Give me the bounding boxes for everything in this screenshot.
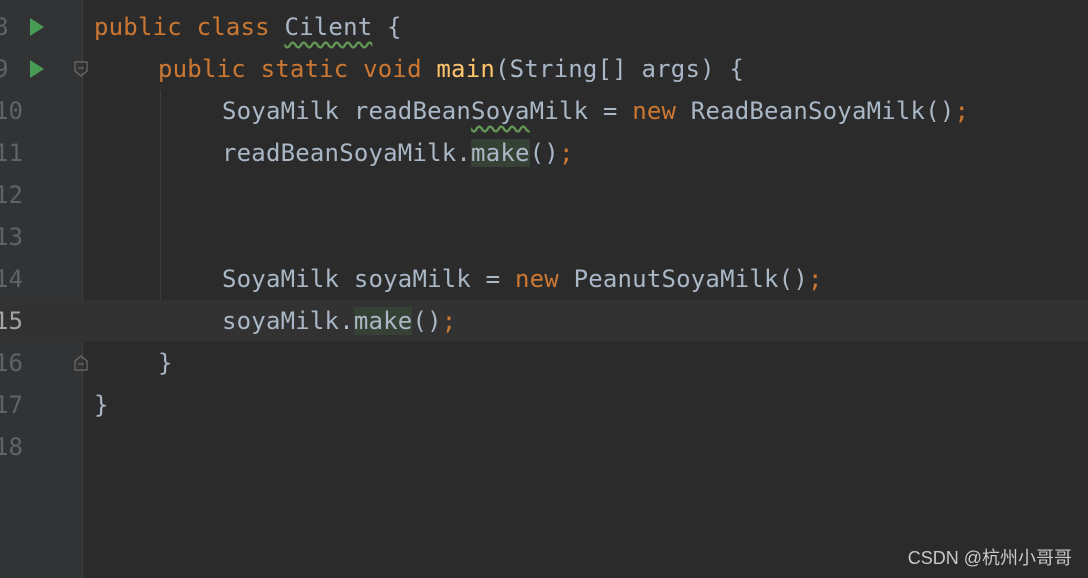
code-line[interactable]: 17 } [0, 384, 1088, 426]
highlighted-usage: make [353, 307, 413, 335]
code-token: (String[] args) { [495, 55, 745, 83]
code-text: readBeanSoyaMilk.make(); [222, 132, 574, 174]
keyword: new [632, 97, 677, 125]
watermark: CSDN @杭州小哥哥 [907, 548, 1072, 568]
code-token: () [529, 139, 559, 167]
semicolon: ; [954, 97, 970, 125]
current-line[interactable]: 15 soyaMilk.make(); [0, 300, 1088, 342]
code-editor[interactable]: 8 public class Cilent { 9 public static … [0, 0, 1088, 578]
code-token: ReadBeanSoyaMilk() [676, 97, 955, 125]
fold-icon[interactable] [74, 355, 88, 371]
keyword: static [260, 55, 349, 83]
brace: } [94, 391, 109, 419]
brace: } [158, 349, 173, 377]
run-icon[interactable] [30, 60, 44, 78]
typo-token: Soya [471, 97, 530, 125]
line-number: 14 [0, 265, 23, 293]
code-token: PeanutSoyaMilk() [558, 265, 808, 293]
line-number: 12 [0, 181, 23, 209]
code-text: } [158, 342, 173, 384]
keyword: public [158, 55, 246, 83]
line-number: 9 [0, 55, 9, 83]
semicolon: ; [807, 265, 823, 293]
highlighted-usage: make [471, 139, 530, 167]
code-line[interactable]: 13 [0, 216, 1088, 258]
code-line[interactable]: 18 [0, 426, 1088, 468]
keyword: public [94, 13, 182, 41]
line-number: 8 [0, 13, 9, 41]
line-number: 15 [0, 307, 23, 335]
keyword: class [196, 13, 270, 41]
code-line[interactable]: 9 public static void main(String[] args)… [0, 48, 1088, 90]
keyword: void [363, 55, 422, 83]
code-text: SoyaMilk readBeanSoyaMilk = new ReadBean… [222, 90, 969, 132]
line-number: 17 [0, 391, 23, 419]
line-number: 10 [0, 97, 23, 125]
code-text: } [94, 384, 109, 426]
code-text: public class Cilent { [94, 6, 402, 48]
code-token: readBeanSoyaMilk. [222, 139, 472, 167]
code-token: SoyaMilk soyaMilk = [222, 265, 515, 293]
code-lines: 8 public class Cilent { 9 public static … [0, 6, 1088, 468]
code-text: public static void main(String[] args) { [158, 48, 744, 90]
line-number: 18 [0, 433, 23, 461]
line-number: 11 [0, 139, 23, 167]
code-line[interactable]: 11 readBeanSoyaMilk.make(); [0, 132, 1088, 174]
run-icon[interactable] [30, 18, 44, 36]
semicolon: ; [441, 307, 457, 335]
code-line[interactable]: 12 [0, 174, 1088, 216]
code-line[interactable]: 10 SoyaMilk readBeanSoyaMilk = new ReadB… [0, 90, 1088, 132]
method-name: main [436, 55, 495, 83]
code-text: SoyaMilk soyaMilk = new PeanutSoyaMilk()… [222, 258, 823, 300]
code-token: () [412, 307, 442, 335]
code-line[interactable]: 14 SoyaMilk soyaMilk = new PeanutSoyaMil… [0, 258, 1088, 300]
code-token: SoyaMilk readBean [222, 97, 472, 125]
class-name: Cilent [284, 13, 373, 41]
line-number: 16 [0, 349, 23, 377]
code-line[interactable]: 16 } [0, 342, 1088, 384]
code-token: soyaMilk. [222, 307, 354, 335]
keyword: new [514, 265, 559, 293]
code-line[interactable]: 8 public class Cilent { [0, 6, 1088, 48]
code-token: Milk = [529, 97, 633, 125]
fold-icon[interactable] [74, 61, 88, 77]
code-text: soyaMilk.make(); [222, 300, 456, 342]
brace: { [372, 13, 402, 41]
line-number: 13 [0, 223, 23, 251]
semicolon: ; [558, 139, 574, 167]
